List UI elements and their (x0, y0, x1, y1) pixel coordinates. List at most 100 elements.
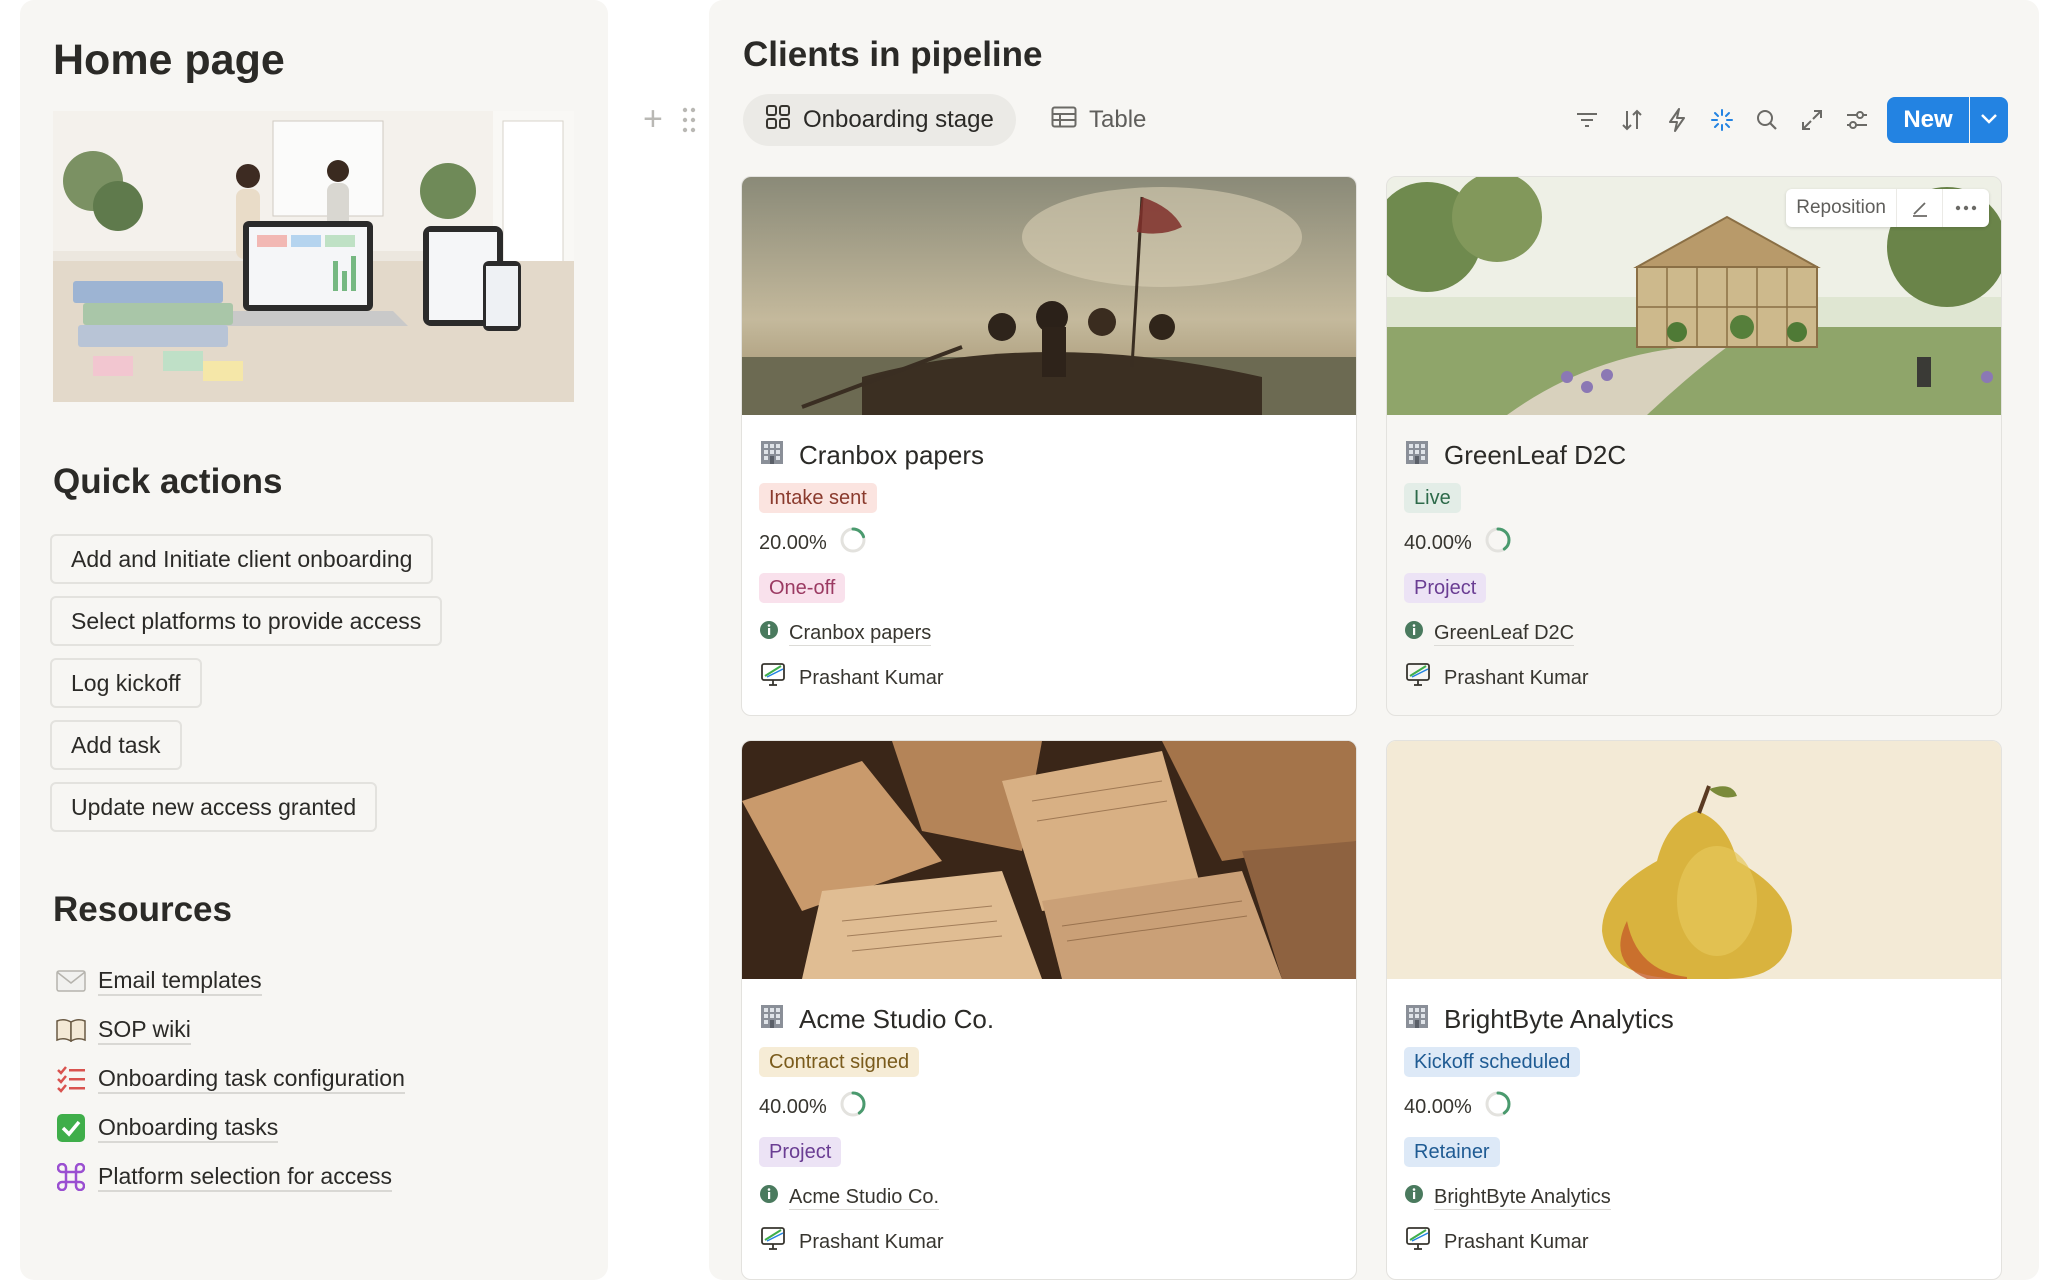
sort-icon[interactable] (1616, 104, 1648, 136)
company-name: BrightByte Analytics (1434, 1185, 1611, 1210)
card-title-text: BrightByte Analytics (1444, 1003, 1674, 1034)
owner-name: Prashant Kumar (1444, 666, 1589, 689)
company-name: GreenLeaf D2C (1434, 621, 1575, 646)
building-icon (1404, 1003, 1430, 1036)
card-title: GreenLeaf D2C (1404, 437, 1626, 473)
database-title: Clients in pipeline (743, 35, 1043, 74)
client-card-cranbox[interactable]: Cranbox papers Intake sent 20.00% One-of… (741, 176, 1357, 716)
card-title: BrightByte Analytics (1404, 1001, 1674, 1037)
quick-action-update-access[interactable]: Update new access granted (50, 782, 378, 832)
cover-controls: Reposition (1786, 189, 1989, 227)
automation-icon[interactable] (1661, 104, 1693, 136)
search-icon[interactable] (1751, 104, 1783, 136)
check-box-icon (54, 1111, 88, 1145)
card-title-text: Acme Studio Co. (799, 1003, 995, 1034)
card-title-text: Cranbox papers (799, 439, 984, 470)
new-options-button[interactable] (1970, 97, 2008, 143)
quick-actions-title: Quick actions (53, 462, 283, 501)
card-cover-image (742, 177, 1356, 415)
owner: Prashant Kumar (1404, 1226, 1589, 1258)
view-tab-label: Onboarding stage (803, 106, 994, 133)
hero-image (53, 111, 574, 402)
client-card-greenleaf[interactable]: Reposition GreenLeaf D2C Live 40.00% Pro… (1386, 176, 2002, 716)
company-name: Acme Studio Co. (789, 1185, 940, 1210)
resource-onboarding-task-configuration[interactable]: Onboarding task configuration (54, 1059, 405, 1099)
company-link[interactable]: GreenLeaf D2C (1404, 618, 1575, 648)
resource-onboarding-tasks[interactable]: Onboarding tasks (54, 1108, 279, 1148)
edit-cover-icon[interactable] (1897, 189, 1943, 227)
progress: 20.00% (759, 527, 867, 559)
checklist-icon (54, 1062, 88, 1096)
owner-avatar-icon (759, 660, 789, 696)
home-page-panel: Home page Quick actions Add and Initiate… (20, 0, 608, 1280)
company-name: Cranbox papers (789, 621, 932, 646)
resource-email-templates[interactable]: Email templates (54, 961, 262, 1001)
client-type-tag: Project (1404, 573, 1487, 603)
owner-avatar-icon (1404, 1224, 1434, 1260)
expand-icon[interactable] (1796, 104, 1828, 136)
reposition-button[interactable]: Reposition (1786, 189, 1897, 227)
resource-platform-selection[interactable]: Platform selection for access (54, 1157, 393, 1197)
company-link[interactable]: Cranbox papers (759, 618, 932, 648)
progress-value: 40.00% (1404, 1095, 1472, 1118)
progress-ring-icon (1484, 1090, 1512, 1124)
client-card-acme[interactable]: Acme Studio Co. Contract signed 40.00% P… (741, 740, 1357, 1280)
quick-action-add-task[interactable]: Add task (50, 720, 182, 770)
progress-value: 20.00% (759, 531, 827, 554)
progress: 40.00% (759, 1091, 867, 1123)
new-button[interactable]: New (1887, 97, 1969, 143)
owner: Prashant Kumar (759, 662, 944, 694)
owner-name: Prashant Kumar (1444, 1230, 1589, 1253)
view-tab-table[interactable]: Table (1029, 94, 1168, 146)
resources-title: Resources (53, 890, 232, 929)
card-title-text: GreenLeaf D2C (1444, 439, 1627, 470)
add-block-icon[interactable]: + (643, 102, 663, 136)
card-cover-image (1387, 741, 2001, 979)
info-icon (759, 620, 779, 646)
client-type-tag: Project (759, 1137, 842, 1167)
owner-name: Prashant Kumar (799, 666, 944, 689)
quick-action-add-initiate-onboarding[interactable]: Add and Initiate client onboarding (50, 534, 434, 584)
owner-name: Prashant Kumar (799, 1230, 944, 1253)
client-type-tag: Retainer (1404, 1137, 1500, 1167)
more-options-icon[interactable] (1943, 189, 1989, 227)
status-badge: Live (1404, 483, 1461, 513)
book-icon (54, 1013, 88, 1047)
progress: 40.00% (1404, 1091, 1512, 1123)
settings-icon[interactable] (1841, 104, 1873, 136)
progress-ring-icon (839, 526, 867, 560)
quick-action-select-platforms[interactable]: Select platforms to provide access (50, 596, 443, 646)
clients-pipeline-panel: Clients in pipeline Onboarding stage Tab… (709, 0, 2039, 1280)
info-icon (1404, 1184, 1424, 1210)
sparkle-icon[interactable] (1706, 104, 1738, 136)
filter-icon[interactable] (1571, 104, 1603, 136)
status-badge: Intake sent (759, 483, 877, 513)
progress-value: 40.00% (759, 1095, 827, 1118)
owner: Prashant Kumar (1404, 662, 1589, 694)
view-tab-onboarding-stage[interactable]: Onboarding stage (743, 94, 1016, 146)
card-title: Cranbox papers (759, 437, 984, 473)
info-icon (1404, 620, 1424, 646)
gallery-icon (765, 104, 791, 137)
progress-value: 40.00% (1404, 531, 1472, 554)
quick-action-log-kickoff[interactable]: Log kickoff (50, 658, 202, 708)
resource-sop-wiki[interactable]: SOP wiki (54, 1010, 191, 1050)
building-icon (759, 439, 785, 472)
status-badge: Contract signed (759, 1047, 920, 1077)
view-tab-label: Table (1089, 106, 1147, 133)
card-title: Acme Studio Co. (759, 1001, 994, 1037)
info-icon (759, 1184, 779, 1210)
company-link[interactable]: Acme Studio Co. (759, 1182, 940, 1212)
owner-avatar-icon (759, 1224, 789, 1260)
owner-avatar-icon (1404, 660, 1434, 696)
owner: Prashant Kumar (759, 1226, 944, 1258)
building-icon (759, 1003, 785, 1036)
drag-handle-icon[interactable] (681, 107, 697, 138)
company-link[interactable]: BrightByte Analytics (1404, 1182, 1611, 1212)
building-icon (1404, 439, 1430, 472)
table-icon (1051, 106, 1077, 135)
resource-label: SOP wiki (98, 1015, 191, 1045)
client-card-brightbyte[interactable]: BrightByte Analytics Kickoff scheduled 4… (1386, 740, 2002, 1280)
client-type-tag: One-off (759, 573, 846, 603)
command-key-icon (54, 1160, 88, 1194)
